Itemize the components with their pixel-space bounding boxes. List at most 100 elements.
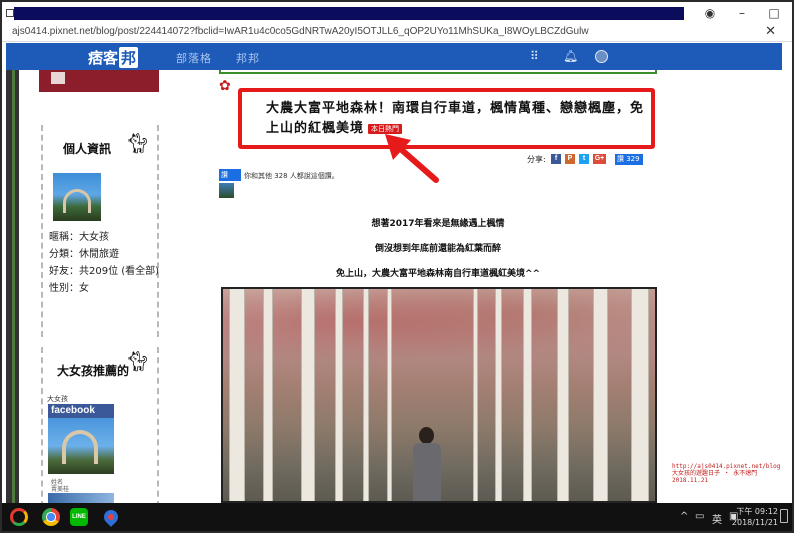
tree-trunk bbox=[557, 289, 569, 501]
window-title-fill bbox=[14, 7, 684, 20]
line-label: LINE bbox=[72, 514, 86, 520]
row-label: 性別： bbox=[49, 283, 79, 294]
arch-shape bbox=[62, 430, 98, 464]
page-content: 個人資訊 🐈︎ 暱稱：大女孩 分類：休閒旅遊 好友：共209位 (看全部) 性別… bbox=[6, 70, 786, 503]
post-paragraph: 想著2017年看來是無緣遇上楓情 bbox=[371, 219, 505, 229]
tree-trunk bbox=[495, 289, 502, 501]
recommend-small-label: 大女孩 bbox=[47, 395, 68, 403]
sidebar-top-banner bbox=[39, 70, 159, 92]
row-label: 暱稱： bbox=[49, 232, 79, 243]
bell-icon[interactable]: 🔔︎ bbox=[563, 49, 578, 63]
photo-canopy bbox=[223, 289, 655, 369]
post-top-border bbox=[219, 70, 657, 74]
twitter-share-icon[interactable]: t bbox=[579, 154, 589, 164]
clock-time: 下午 09:12 bbox=[736, 507, 778, 516]
recommend-heading: 大女孩推薦的 bbox=[57, 364, 130, 378]
person-body bbox=[413, 443, 441, 501]
tree-trunk bbox=[335, 289, 343, 501]
site-navbar: 痞客邦 部落格 邦邦 ⠿ 🔔︎ bbox=[6, 43, 786, 70]
site-logo[interactable]: 痞客邦 bbox=[88, 47, 139, 68]
tree-trunk bbox=[301, 289, 315, 501]
watermark-title: 大女孩的遊趣日子 ‧ 永不熄門 bbox=[672, 470, 758, 477]
tree-trunk bbox=[523, 289, 532, 501]
maps-dot bbox=[108, 514, 114, 520]
network-icon[interactable]: ▭ bbox=[695, 511, 704, 522]
profile-heading: 個人資訊 bbox=[63, 142, 112, 156]
profile-row-nickname: 暱稱：大女孩 bbox=[49, 228, 109, 243]
profile-row-gender: 性別：女 bbox=[49, 279, 89, 294]
close-icon[interactable]: ✕ bbox=[765, 24, 776, 39]
tree-trunk bbox=[387, 289, 392, 501]
flower-icon: ✿ bbox=[219, 78, 231, 94]
logo-badge: 邦 bbox=[119, 47, 139, 68]
profile-photo[interactable] bbox=[53, 173, 101, 221]
post-paragraph: 倒沒想到年底前還能為紅葉而醉 bbox=[374, 244, 501, 254]
googleplus-share-icon[interactable]: G+ bbox=[593, 154, 606, 164]
watermark-date: 2018.11.21 bbox=[672, 477, 709, 484]
post-title-text: 大農大富平地森林！南環自行車道，楓情萬種、戀戀楓塵，免上山的紅楓美境 bbox=[266, 101, 645, 136]
recommend-box: 大女孩推薦的 🐈︎ 大女孩 facebook 姓名 賣美桂 bbox=[41, 347, 159, 503]
cat-icon: 🐈︎ bbox=[125, 131, 151, 155]
account-icon[interactable]: ◉ bbox=[700, 5, 720, 21]
tray-expand-icon[interactable]: ^ bbox=[680, 511, 688, 522]
left-border-stripe bbox=[12, 70, 15, 503]
person-in-photo bbox=[409, 427, 445, 501]
facebook-share-icon[interactable]: f bbox=[551, 154, 561, 164]
arch-shape bbox=[63, 189, 91, 213]
tree-trunk bbox=[229, 289, 245, 501]
tree-trunk bbox=[473, 289, 478, 501]
minimize-button[interactable]: – bbox=[732, 5, 752, 21]
maximize-button[interactable]: □ bbox=[764, 5, 784, 21]
profile-row-friends: 好友：共209位 (看全部) bbox=[49, 262, 159, 277]
row-value[interactable]: 休閒旅遊 bbox=[79, 249, 119, 260]
nav-blog-link[interactable]: 部落格 bbox=[176, 50, 212, 66]
scrollbar[interactable] bbox=[782, 43, 786, 503]
row-value[interactable]: 共209位 (看全部) bbox=[79, 266, 159, 277]
taskbar-clock[interactable]: 下午 09:12 2018/11/21 bbox=[732, 506, 778, 528]
fb-like-count-text: 你和其他 328 人都說這個讚。 bbox=[244, 172, 339, 180]
facebook-badge[interactable]: facebook bbox=[48, 404, 114, 418]
facebook-photo-2[interactable] bbox=[48, 493, 114, 503]
tree-trunk bbox=[263, 289, 273, 501]
banner-image bbox=[51, 72, 65, 84]
fb-friend-avatar[interactable] bbox=[219, 183, 234, 198]
line-app-icon[interactable]: LINE bbox=[70, 508, 88, 526]
row-value: 女 bbox=[79, 283, 89, 294]
taskbar: LINE ^ ▭ 英 ▣ 下午 09:12 2018/11/21 bbox=[2, 503, 792, 531]
profile-box: 個人資訊 🐈︎ 暱稱：大女孩 分類：休閒旅遊 好友：共209位 (看全部) 性別… bbox=[41, 125, 159, 337]
window-title-bar: ◉ – □ bbox=[2, 2, 792, 24]
cat-icon: 🐈︎ bbox=[125, 349, 151, 373]
logo-text: 痞客 bbox=[88, 49, 119, 67]
red-arrow-annotation bbox=[385, 134, 439, 183]
tree-trunk bbox=[593, 289, 608, 501]
fb-like-button[interactable]: 讚 bbox=[219, 169, 241, 181]
tree-trunk bbox=[363, 289, 369, 501]
ime-language-indicator[interactable]: 英 bbox=[712, 511, 722, 526]
left-border bbox=[6, 70, 19, 503]
address-bar: ajs0414.pixnet.net/blog/post/224414072?f… bbox=[2, 24, 792, 42]
nav-bangbang-link[interactable]: 邦邦 bbox=[236, 50, 260, 66]
chrome-icon[interactable] bbox=[42, 508, 60, 526]
post-photo[interactable] bbox=[221, 287, 657, 503]
row-label: 好友： bbox=[49, 266, 79, 277]
start-app-icon[interactable] bbox=[10, 508, 28, 526]
notification-icon[interactable] bbox=[780, 509, 788, 523]
avatar[interactable] bbox=[595, 50, 608, 63]
row-label: 分類： bbox=[49, 249, 79, 260]
profile-row-category: 分類：休閒旅遊 bbox=[49, 245, 119, 260]
plurk-share-icon[interactable]: P bbox=[565, 154, 575, 164]
post-paragraph: 免上山，大農大富平地森林南自行車道楓紅美境^^ bbox=[335, 269, 541, 279]
grid-icon[interactable]: ⠿ bbox=[530, 49, 539, 63]
row-value: 大女孩 bbox=[79, 232, 109, 243]
facebook-photo[interactable] bbox=[48, 418, 114, 474]
window-app-icon bbox=[6, 9, 14, 17]
photo-watermark: http://ajs0414.pixnet.net/blog 大女孩的遊趣日子 … bbox=[672, 463, 780, 484]
share-label: 分享: bbox=[527, 155, 546, 164]
facebook-caption-name: 賣美桂 bbox=[51, 486, 70, 493]
tree-trunk bbox=[631, 289, 649, 501]
like-button[interactable]: 讚 329 bbox=[615, 154, 643, 165]
post-title[interactable]: 大農大富平地森林！南環自行車道，楓情萬種、戀戀楓塵，免上山的紅楓美境 本日熱門 bbox=[266, 99, 651, 139]
url-text[interactable]: ajs0414.pixnet.net/blog/post/224414072?f… bbox=[12, 26, 589, 37]
watermark-url: http://ajs0414.pixnet.net/blog bbox=[672, 463, 781, 470]
person-head bbox=[419, 427, 434, 444]
